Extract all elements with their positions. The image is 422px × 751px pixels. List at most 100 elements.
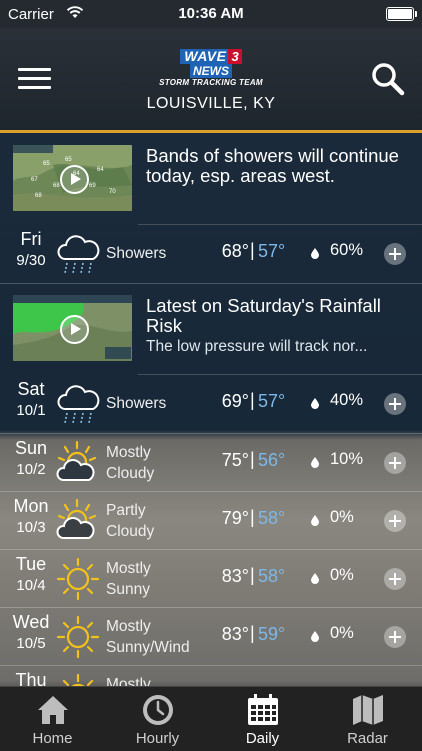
precip-chance: 10% — [330, 450, 364, 468]
forecast-row-wed[interactable]: Wed 10/5 Mostly Sunny/Wind 83° | 59° 0% — [0, 608, 422, 666]
precip-chance: 0% — [330, 508, 354, 526]
tab-daily[interactable]: Daily — [210, 687, 315, 751]
day-name: Mon — [13, 496, 49, 516]
battery-icon — [386, 7, 417, 21]
sun-icon — [62, 673, 94, 686]
condition-text: Showers — [106, 245, 167, 262]
day-date: 9/30 — [16, 252, 46, 269]
condition-text: Mostly Sunny/Wind — [106, 618, 190, 656]
high-temp: 75° — [221, 450, 249, 470]
video-story-card[interactable]: 65 65 67 68 64 64 69 68 70 Bands of showers wi… — [0, 133, 422, 225]
partly-cloudy-icon — [56, 498, 97, 539]
expand-plus-icon[interactable] — [384, 626, 406, 648]
tab-label: Home — [32, 730, 73, 747]
story-headline[interactable]: Latest on Saturday's Rainfall Risk — [146, 296, 410, 336]
condition-text: Partly Cloudy — [106, 502, 155, 540]
tab-label: Daily — [245, 730, 280, 747]
raindrop-icon — [311, 457, 319, 468]
map-icon — [353, 695, 383, 725]
logo-team: STORM TRACKING TEAM — [159, 78, 263, 87]
app-header: WAVE 3 NEWS STORM TRACKING TEAM LOUISVILL… — [0, 28, 422, 133]
svg-text:64: 64 — [97, 167, 104, 173]
showers-icon — [57, 385, 100, 424]
high-temp: 83° — [221, 624, 249, 644]
forecast-row-sat[interactable]: Sat 10/1 Showers 69° | 57° 40% — [0, 375, 422, 433]
day-date: 10/5 — [16, 635, 46, 652]
day-date: 10/2 — [16, 461, 46, 478]
condition-text: Mostly Sunny — [106, 560, 151, 598]
expand-plus-icon[interactable] — [384, 393, 406, 415]
day-date: 10/3 — [16, 519, 46, 536]
forecast-row-mon[interactable]: Mon 10/3 Partly Cloudy 79° | 58° 0% — [0, 492, 422, 550]
temp-separator: | — [250, 449, 255, 469]
status-bar: Carrier 10:36 AM — [0, 0, 422, 28]
svg-text:69: 69 — [89, 183, 96, 189]
high-temp: 79° — [221, 508, 249, 528]
svg-text:68: 68 — [53, 183, 60, 189]
search-icon[interactable] — [371, 62, 405, 96]
day-name: Sun — [14, 438, 48, 458]
precip-chance: 0% — [330, 566, 354, 584]
expand-plus-icon[interactable] — [384, 452, 406, 474]
day-name: Wed — [12, 612, 50, 632]
tab-hourly[interactable]: Hourly — [105, 687, 210, 751]
play-icon[interactable] — [60, 315, 89, 344]
temp-separator: | — [250, 240, 255, 260]
story-headline[interactable]: Bands of showers will continue today, es… — [146, 146, 410, 186]
low-temp: 58° — [258, 566, 286, 586]
home-icon — [38, 696, 68, 724]
bottom-tab-bar: Home Hourly Daily Radar — [0, 686, 422, 751]
high-temp: 69° — [221, 391, 249, 411]
raindrop-icon — [311, 573, 319, 584]
low-temp: 58° — [258, 508, 286, 528]
forecast-row-tue[interactable]: Tue 10/4 Mostly Sunny 83° | 58° 0% — [0, 550, 422, 608]
svg-text:68: 68 — [35, 193, 42, 199]
tab-home[interactable]: Home — [0, 687, 105, 751]
location-title[interactable]: LOUISVILLE, KY — [0, 95, 422, 113]
day-date: 10/4 — [16, 577, 46, 594]
video-story-card[interactable]: Latest on Saturday's Rainfall Risk The l… — [0, 283, 422, 375]
calendar-icon — [248, 694, 278, 725]
raindrop-icon — [311, 515, 319, 526]
day-date: 10/1 — [16, 402, 46, 419]
condition-text: Showers — [106, 395, 167, 412]
svg-text:67: 67 — [31, 177, 38, 183]
clock-icon — [143, 695, 173, 725]
raindrop-icon — [311, 248, 319, 259]
story-summary: The low pressure will track nor... — [146, 338, 368, 355]
video-thumbnail[interactable] — [13, 295, 132, 361]
day-name: Fri — [20, 229, 42, 249]
expand-plus-icon[interactable] — [384, 568, 406, 590]
video-thumbnail[interactable]: 65 65 67 68 64 64 69 68 70 — [13, 145, 132, 211]
low-temp: 57° — [258, 241, 286, 261]
high-temp: 83° — [221, 566, 249, 586]
temp-separator: | — [250, 623, 255, 643]
temp-separator: | — [250, 565, 255, 585]
condition-text: Mostly Cloudy — [106, 444, 155, 482]
expand-plus-icon[interactable] — [384, 510, 406, 532]
raindrop-icon — [311, 398, 319, 409]
low-temp: 57° — [258, 391, 286, 411]
precip-chance: 40% — [330, 391, 364, 409]
day-name: Thu — [15, 670, 47, 686]
tab-radar[interactable]: Radar — [315, 687, 420, 751]
day-name: Sat — [17, 379, 45, 399]
forecast-row-fri[interactable]: Fri 9/30 Showers 68° | 57° 60% — [0, 225, 422, 283]
temp-separator: | — [250, 507, 255, 527]
tab-label: Radar — [347, 730, 388, 747]
play-icon[interactable] — [60, 165, 89, 194]
expand-plus-icon[interactable] — [384, 243, 406, 265]
sun-icon — [56, 557, 100, 601]
logo-three: 3 — [228, 49, 242, 64]
precip-chance: 0% — [330, 624, 354, 642]
raindrop-icon — [311, 631, 319, 642]
wave3-news-logo: WAVE 3 NEWS STORM TRACKING TEAM — [0, 48, 422, 88]
logo-news: NEWS — [190, 64, 232, 78]
forecast-row-thu[interactable]: Thu Mostly — [0, 666, 422, 686]
logo-wave: WAVE — [180, 49, 231, 64]
showers-icon — [57, 235, 100, 274]
condition-text: Mostly — [106, 676, 151, 686]
forecast-row-sun[interactable]: Sun 10/2 Mostly Cloudy 75° | 56° 10% — [0, 434, 422, 492]
low-temp: 56° — [258, 450, 286, 470]
svg-text:65: 65 — [65, 157, 72, 163]
